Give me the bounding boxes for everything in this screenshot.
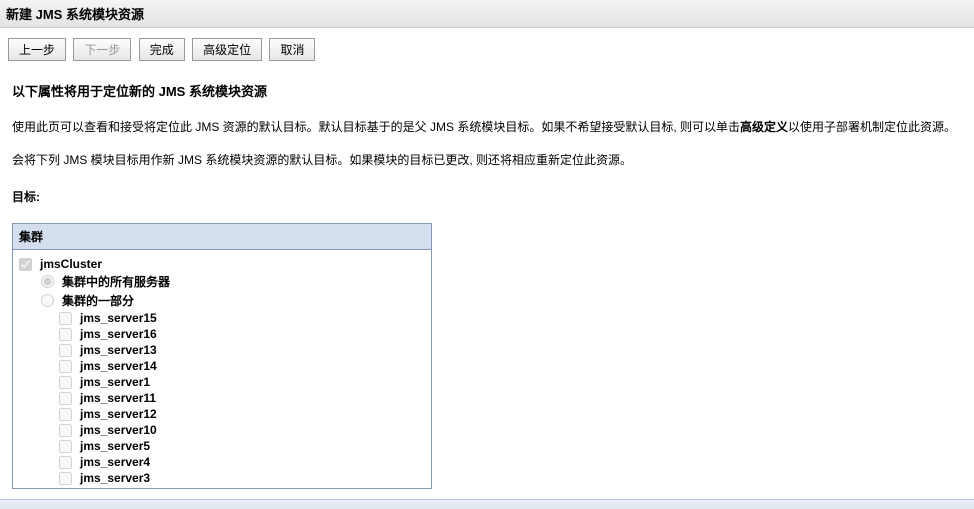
server-name: jms_server16 (80, 327, 157, 341)
server-list: jms_server15 jms_server16 jms_server13 jms_… (19, 310, 425, 486)
server-row[interactable]: jms_server13 (19, 342, 425, 358)
back-button[interactable]: 上一步 (8, 38, 66, 61)
server-checkbox (59, 424, 72, 437)
server-name: jms_server1 (80, 375, 150, 389)
advanced-targeting-button[interactable]: 高级定位 (192, 38, 262, 61)
next-button: 下一步 (73, 38, 131, 61)
cluster-row[interactable]: jmsCluster (19, 256, 425, 272)
section-heading: 以下属性将用于定位新的 JMS 系统模块资源 (12, 81, 962, 100)
cluster-radio-part-label: 集群的一部分 (62, 292, 134, 309)
status-bar (0, 499, 974, 509)
cluster-radio-all-input (41, 275, 54, 288)
cluster-radio-all[interactable]: 集群中的所有服务器 (19, 272, 425, 291)
server-checkbox (59, 456, 72, 469)
page-title: 新建 JMS 系统模块资源 (6, 7, 144, 22)
cluster-radio-part[interactable]: 集群的一部分 (19, 291, 425, 310)
description-paragraph-1: 使用此页可以查看和接受将定位此 JMS 资源的默认目标。默认目标基于的是父 JM… (12, 118, 962, 137)
cluster-checkbox (19, 258, 32, 271)
server-row[interactable]: jms_server3 (19, 470, 425, 486)
server-name: jms_server13 (80, 343, 157, 357)
server-checkbox (59, 328, 72, 341)
server-name: jms_server10 (80, 423, 157, 437)
finish-button[interactable]: 完成 (139, 38, 185, 61)
server-row[interactable]: jms_server16 (19, 326, 425, 342)
server-name: jms_server14 (80, 359, 157, 373)
server-checkbox (59, 472, 72, 485)
server-name: jms_server5 (80, 439, 150, 453)
description-paragraph-2: 会将下列 JMS 模块目标用作新 JMS 系统模块资源的默认目标。如果模块的目标… (12, 151, 962, 170)
server-name: jms_server3 (80, 471, 150, 485)
server-row[interactable]: jms_server10 (19, 422, 425, 438)
targets-label: 目标: (12, 188, 962, 205)
server-checkbox (59, 408, 72, 421)
server-checkbox (59, 392, 72, 405)
server-checkbox (59, 360, 72, 373)
cancel-button[interactable]: 取消 (269, 38, 315, 61)
server-row[interactable]: jms_server15 (19, 310, 425, 326)
targets-panel-header: 集群 (13, 224, 431, 250)
desc1-part-b: 以使用子部署机制定位此资源。 (788, 120, 956, 134)
server-checkbox (59, 440, 72, 453)
cluster-radio-part-input (41, 294, 54, 307)
server-row[interactable]: jms_server1 (19, 374, 425, 390)
content-area: 以下属性将用于定位新的 JMS 系统模块资源 使用此页可以查看和接受将定位此 J… (0, 81, 974, 499)
desc1-part-a: 使用此页可以查看和接受将定位此 JMS 资源的默认目标。默认目标基于的是父 JM… (12, 120, 740, 134)
cluster-radio-all-label: 集群中的所有服务器 (62, 273, 170, 290)
server-checkbox (59, 312, 72, 325)
server-checkbox (59, 344, 72, 357)
server-name: jms_server4 (80, 455, 150, 469)
server-name: jms_server11 (80, 391, 156, 405)
targets-panel-body: jmsCluster 集群中的所有服务器 集群的一部分 jms_server15… (13, 250, 431, 488)
desc1-bold: 高级定义 (740, 120, 788, 134)
targets-panel: 集群 jmsCluster 集群中的所有服务器 集群的一部分 jms_serve… (12, 223, 432, 489)
server-name: jms_server12 (80, 407, 157, 421)
server-name: jms_server15 (80, 311, 157, 325)
server-checkbox (59, 376, 72, 389)
cluster-name: jmsCluster (40, 257, 102, 271)
wizard-button-row: 上一步 下一步 完成 高级定位 取消 (0, 28, 974, 67)
server-row[interactable]: jms_server11 (19, 390, 425, 406)
server-row[interactable]: jms_server14 (19, 358, 425, 374)
server-row[interactable]: jms_server5 (19, 438, 425, 454)
server-row[interactable]: jms_server4 (19, 454, 425, 470)
page-title-bar: 新建 JMS 系统模块资源 (0, 0, 974, 28)
server-row[interactable]: jms_server12 (19, 406, 425, 422)
